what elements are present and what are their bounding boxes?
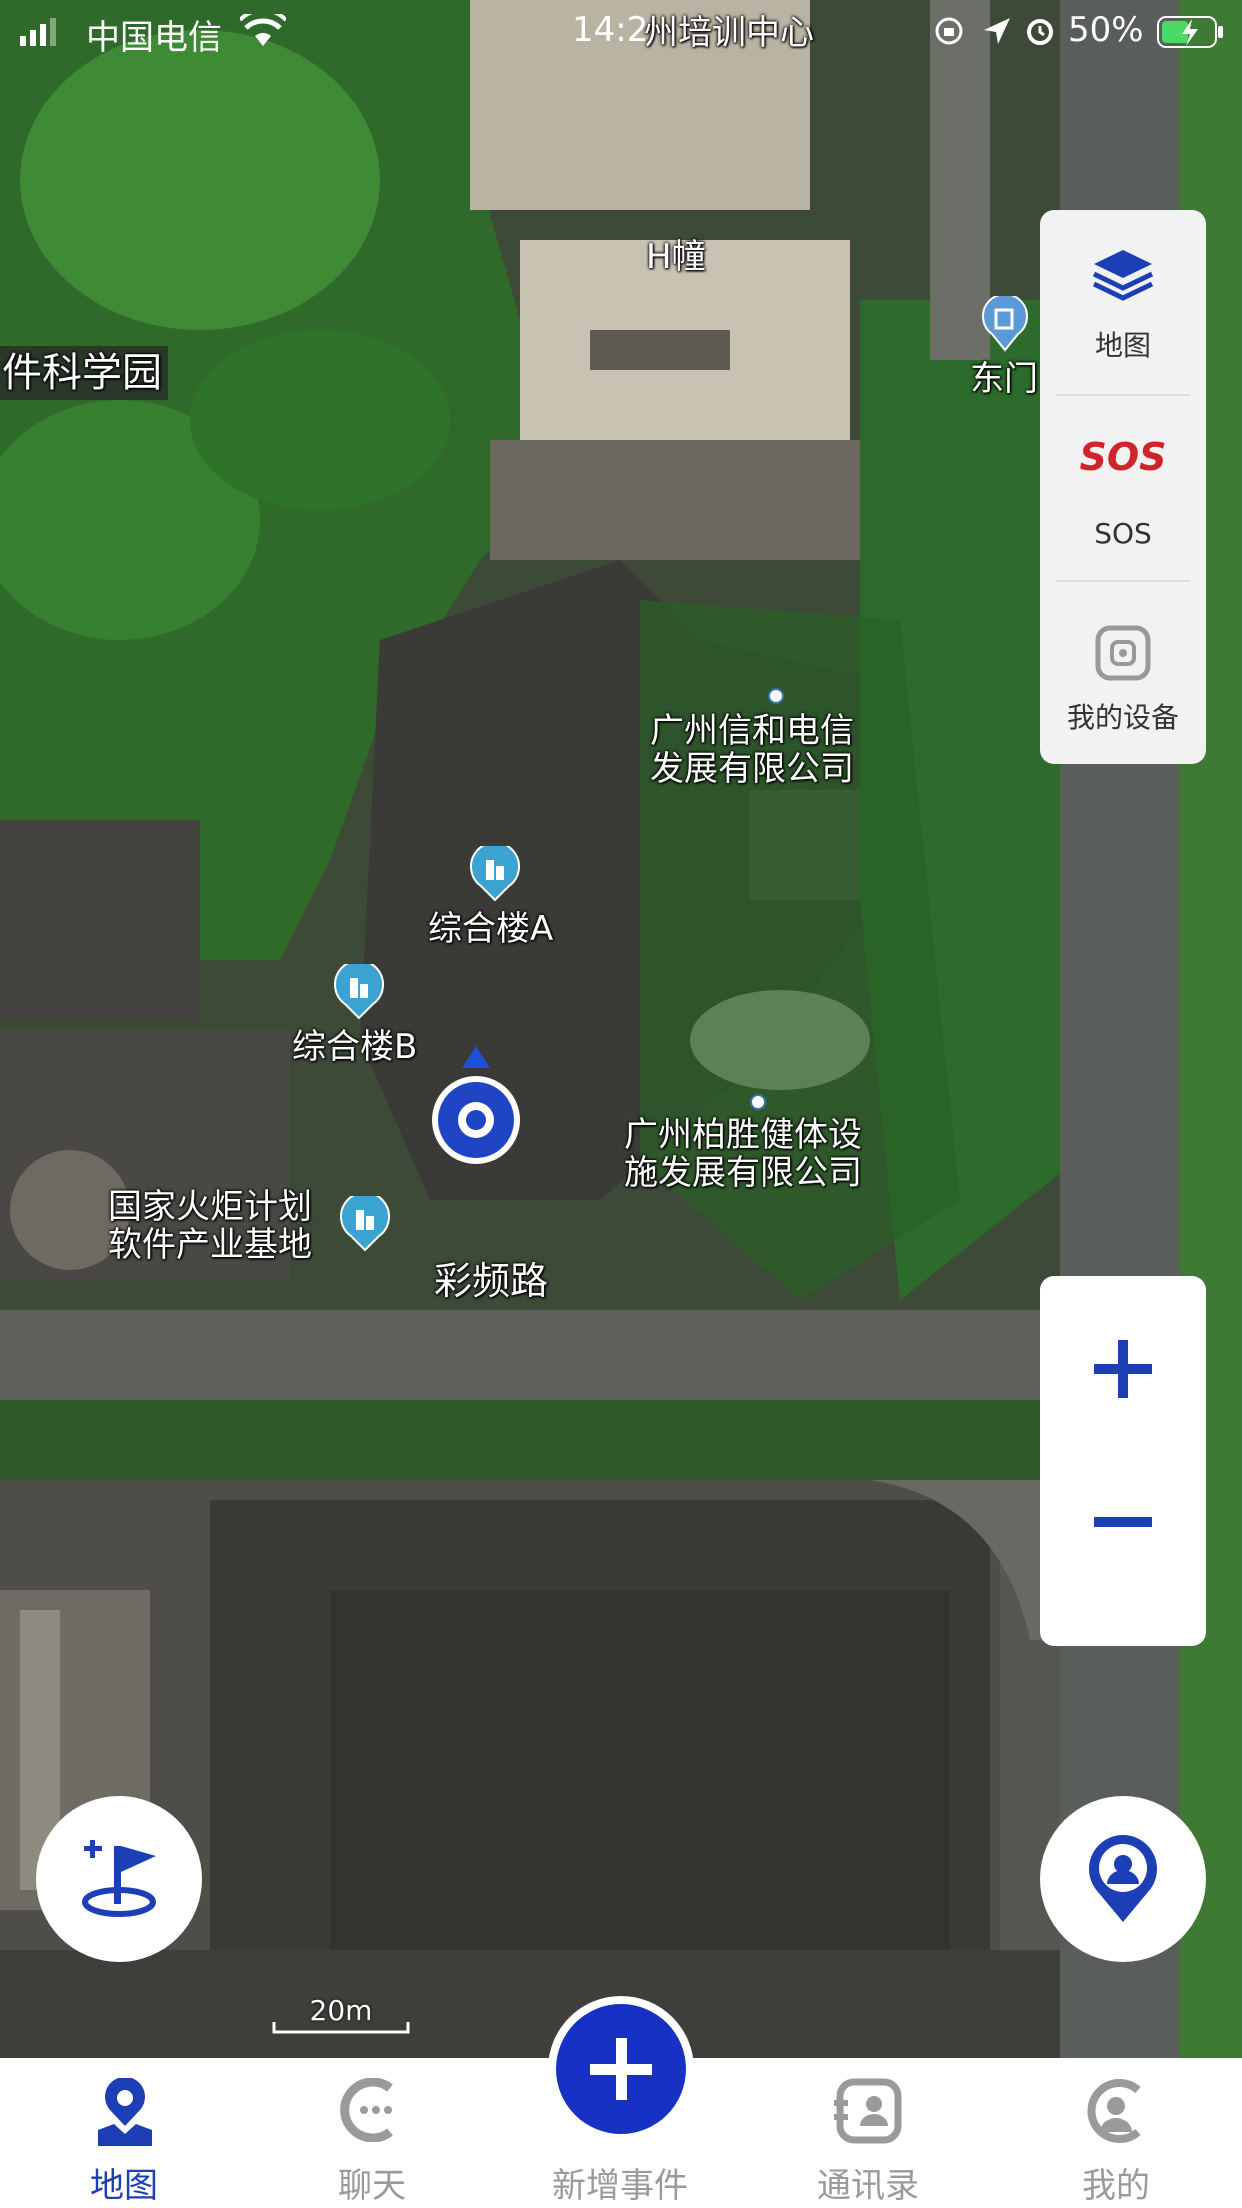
layers-icon [1092,250,1154,301]
plus-icon [1094,1340,1152,1398]
my-devices-button[interactable]: 我的设备 [1040,582,1206,766]
clock: 14:2 [572,10,649,50]
building-poi-icon[interactable] [470,846,520,902]
scale-bar [272,2022,410,2034]
my-devices-label: 我的设备 [1066,701,1179,734]
tab-contacts[interactable]: 通讯录 [768,2058,968,2208]
tab-chat-label: 聊天 [338,2166,406,2206]
tab-profile[interactable]: 我的 [1016,2058,1216,2208]
building-poi-icon[interactable] [334,964,384,1020]
contacts-icon [834,2078,902,2144]
signal-icon [20,18,56,46]
location-arrow-icon [984,18,1010,44]
map-pin-icon [98,2078,152,2146]
tab-map-label: 地图 [90,2166,158,2206]
poi-dot[interactable] [750,1094,766,1110]
orientation-lock-icon [935,17,963,45]
battery-percent: 50% [1068,10,1144,50]
map-label-building-a[interactable]: 综合楼A [428,910,553,948]
map-scale: 20m [272,1994,410,2036]
add-marker-button[interactable] [36,1796,202,1962]
minus-icon [1094,1517,1152,1527]
map-layer-button[interactable]: 地图 [1040,210,1206,394]
location-user-icon [1089,1834,1157,1922]
tab-map[interactable]: 地图 [24,2058,224,2208]
map-label-torch-base[interactable]: 国家火炬计划 软件产业基地 [108,1188,312,1264]
current-location-marker [430,1046,522,1166]
building-poi-icon[interactable] [340,1196,390,1252]
new-event-circle [556,2004,686,2134]
profile-icon [1087,2079,1141,2143]
tab-contacts-label: 通讯录 [817,2166,919,2206]
svg-text:SOS: SOS [1079,435,1166,479]
alarm-icon [1027,19,1053,45]
poi-dot[interactable] [768,688,784,704]
sos-button[interactable]: SOS SOS [1040,396,1206,580]
locate-me-button[interactable] [1040,1796,1206,1962]
zoom-in-button[interactable] [1040,1276,1206,1461]
map-label-baisheng-fitness[interactable]: 广州柏胜健体设 施发展有限公司 [624,1116,862,1192]
map-label-east-gate[interactable]: 东门 [970,360,1038,398]
carrier-name: 中国电信 [86,18,222,58]
new-event-button[interactable] [548,1996,694,2142]
zoom-controls [1040,1276,1206,1646]
wifi-icon [240,14,286,46]
flag-marker-icon [82,1840,156,1917]
zoom-out-button[interactable] [1040,1461,1206,1646]
device-icon [1095,625,1151,681]
map-tools-panel: 地图 SOS SOS 我的设备 [1040,210,1206,764]
map-label-xinhe-telecom[interactable]: 广州信和电信 发展有限公司 [650,712,854,788]
tab-profile-label: 我的 [1082,2166,1150,2206]
map-label-science-park[interactable]: 件科学园 [0,346,168,400]
map-label-road[interactable]: 彩频路 [434,1262,548,1300]
map-layer-label: 地图 [1094,329,1151,362]
battery-charging-icon [1157,16,1223,48]
tab-new-event-label: 新增事件 [552,2166,688,2206]
gate-poi-icon[interactable] [982,296,1028,352]
sos-icon: SOS [1079,435,1166,479]
map-label-building-b[interactable]: 综合楼B [292,1028,417,1066]
sos-label: SOS [1094,517,1152,550]
status-bar: 中国电信 14:2 50% [0,0,1242,64]
chat-icon [340,2078,393,2142]
map-label-h-building[interactable]: H幢 [646,238,706,276]
plus-icon [590,2038,652,2100]
tab-chat[interactable]: 聊天 [272,2058,472,2208]
